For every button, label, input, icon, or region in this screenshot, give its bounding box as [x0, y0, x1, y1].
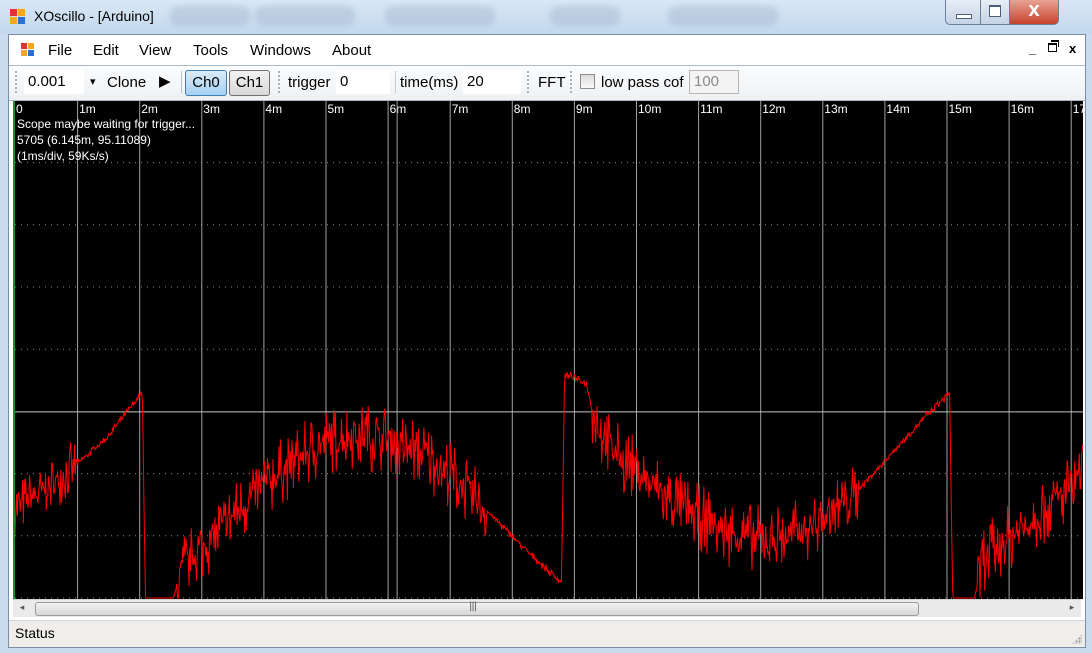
- x-tick-label: 16m: [1011, 102, 1034, 116]
- x-tick-label: 2m: [141, 102, 158, 116]
- x-tick-label: 13m: [824, 102, 847, 116]
- menu-windows[interactable]: Windows: [250, 42, 311, 59]
- time-label: time(ms): [400, 74, 459, 91]
- background-blur: [668, 6, 778, 26]
- background-blur: [255, 6, 355, 26]
- x-tick-label: 3m: [203, 102, 220, 116]
- x-tick-label: 6m: [390, 102, 407, 116]
- main-window-client: File Edit View Tools Windows About _ x ▾…: [8, 34, 1086, 648]
- x-tick-label: 0: [16, 102, 23, 116]
- x-tick-label: 14m: [886, 102, 909, 116]
- play-button[interactable]: ▶: [159, 72, 171, 90]
- clone-button[interactable]: Clone: [107, 74, 146, 91]
- play-icon: ▶: [159, 73, 171, 90]
- trigger-input[interactable]: [336, 70, 390, 94]
- scroll-right-button[interactable]: ▸: [1065, 601, 1079, 615]
- scroll-left-icon: ◂: [19, 603, 25, 613]
- x-tick-label: 8m: [514, 102, 531, 116]
- toolbar: ▾ Clone ▶ Ch0 Ch1 trigger time(ms) FFT l…: [9, 65, 1085, 101]
- minimize-button[interactable]: [945, 0, 981, 25]
- restore-icon: [1048, 40, 1059, 52]
- scrollbar-thumb[interactable]: |||: [35, 601, 919, 616]
- scope-plot[interactable]: 0 1m 2m 3m 4m 5m 6m 7m 8m 9m 10m 11m 12m 13m 14m 15m 16m…: [13, 101, 1083, 599]
- ch0-trace: [15, 371, 1083, 599]
- toolbar-separator: [181, 71, 184, 93]
- close-icon: X: [1028, 2, 1040, 20]
- maximize-button[interactable]: [980, 0, 1010, 25]
- toolbar-grip: [527, 71, 531, 93]
- resize-grip-icon[interactable]: [1072, 634, 1082, 644]
- trigger-label: trigger: [288, 74, 331, 91]
- x-tick-label: 17: [1073, 102, 1083, 116]
- horizontal-scrollbar[interactable]: ◂ ||| ▸: [13, 599, 1081, 617]
- menu-edit[interactable]: Edit: [93, 42, 119, 59]
- x-tick-label: 12m: [762, 102, 785, 116]
- menu-file[interactable]: File: [48, 42, 72, 59]
- toolbar-separator: [395, 71, 398, 93]
- minimize-icon: [956, 14, 972, 19]
- scope-canvas[interactable]: 0 1m 2m 3m 4m 5m 6m 7m 8m 9m 10m 11m 12m 13m 14m 15m 16m…: [15, 101, 1083, 599]
- window-title: XOscillo - [Arduino]: [34, 8, 154, 24]
- mdi-minimize-button[interactable]: _: [1029, 41, 1036, 56]
- close-button[interactable]: X: [1009, 0, 1059, 25]
- background-blur: [170, 6, 250, 26]
- menu-bar: File Edit View Tools Windows About _ x: [9, 35, 1085, 65]
- maximize-icon: [989, 5, 1001, 17]
- x-tick-label: 10m: [638, 102, 661, 116]
- low-pass-input[interactable]: [689, 70, 739, 94]
- mdi-child-icon: [21, 43, 35, 57]
- scope-status-text: Scope maybe waiting for trigger...: [17, 117, 196, 131]
- menu-tools[interactable]: Tools: [193, 42, 228, 59]
- channel-1-button[interactable]: Ch1: [229, 70, 270, 96]
- x-tick-label: 15m: [949, 102, 972, 116]
- status-text: Status: [15, 625, 55, 641]
- background-blur: [550, 6, 620, 26]
- menu-about[interactable]: About: [332, 42, 371, 59]
- time-input[interactable]: [463, 70, 521, 94]
- scroll-right-icon: ▸: [1069, 603, 1075, 613]
- low-pass-checkbox[interactable]: [580, 74, 595, 89]
- sample-rate-readout: (1ms/div, 59Ks/s): [17, 149, 109, 163]
- toolbar-grip: [278, 71, 282, 93]
- cursor-readout: 5705 (6.145m, 95.11089): [17, 133, 151, 147]
- menu-view[interactable]: View: [139, 42, 171, 59]
- scale-dropdown-arrow[interactable]: ▾: [90, 75, 96, 88]
- thumb-grip-icon: |||: [469, 601, 477, 612]
- fft-button[interactable]: FFT: [538, 74, 566, 91]
- x-tick-label: 9m: [576, 102, 593, 116]
- x-tick-label: 11m: [700, 102, 722, 116]
- background-blur: [385, 6, 495, 26]
- x-tick-label: 1m: [79, 102, 96, 116]
- status-bar: Status: [9, 620, 1085, 647]
- x-tick-label: 7m: [452, 102, 469, 116]
- scroll-left-button[interactable]: ◂: [15, 601, 29, 615]
- mdi-restore-button[interactable]: [1048, 40, 1059, 55]
- x-tick-label: 5m: [328, 102, 345, 116]
- toolbar-grip[interactable]: [15, 71, 19, 93]
- app-icon: [10, 9, 26, 25]
- low-pass-label: low pass cof: [601, 74, 684, 91]
- channel-0-button[interactable]: Ch0: [185, 70, 227, 96]
- mdi-close-button[interactable]: x: [1069, 41, 1076, 56]
- x-tick-label: 4m: [265, 102, 282, 116]
- toolbar-grip: [570, 71, 574, 93]
- window-titlebar: XOscillo - [Arduino] X: [0, 0, 1092, 34]
- scale-combobox[interactable]: [24, 70, 84, 94]
